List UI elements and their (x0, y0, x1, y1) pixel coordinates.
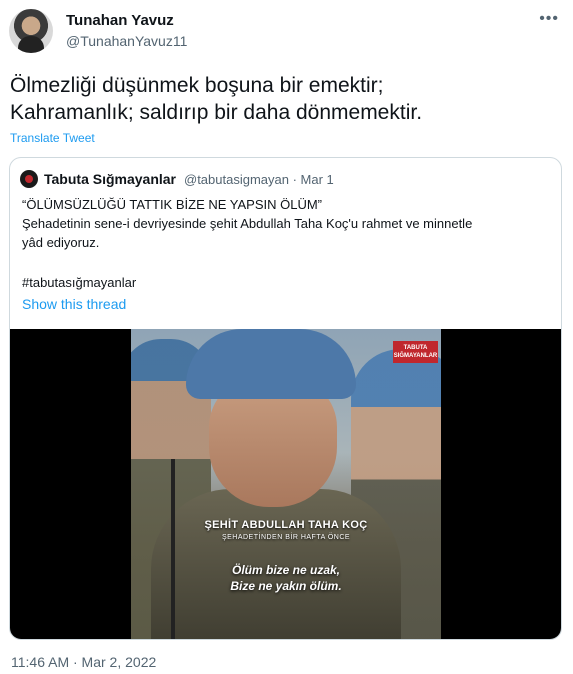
tweet-line: Ölmezliği düşünmek boşuna bir emektir; (10, 74, 384, 97)
video-frame: TABUTA SIĞMAYANLAR ŞEHİT ABDULLAH TAHA K… (131, 329, 441, 639)
quote-body-line: yâd ediyoruz. (22, 235, 100, 250)
tweet-line: Kahramanlık; saldırıp bir daha dönmemekt… (10, 101, 423, 124)
channel-logo: TABUTA SIĞMAYANLAR (393, 341, 438, 363)
quote-body-line: Şehadetinin sene-i devriyesinde şehit Ab… (22, 216, 473, 231)
quoted-tweet[interactable]: Tabuta Sığmayanlar @tabutasigmayan · Mar… (9, 157, 562, 640)
radio-antenna (171, 459, 175, 639)
quote-body-line: “ÖLÜMSÜZLÜĞÜ TATTIK BİZE NE YAPSIN ÖLÜM” (22, 197, 323, 212)
video-caption-sub: ŞEHADETİNDEN BİR HAFTA ÖNCE (221, 534, 351, 541)
quote-body: “ÖLÜMSÜZLÜĞÜ TATTIK BİZE NE YAPSIN ÖLÜM”… (22, 195, 542, 252)
quote-hashtag[interactable]: #tabutasığmayanlar (22, 275, 136, 290)
tweet-text: Ölmezliği düşünmek boşuna bir emektir; K… (10, 72, 550, 126)
video-subtitle: Ölüm bize ne uzak, Bize ne yakın ölüm. (131, 562, 441, 594)
subtitle-line: Bize ne yakın ölüm. (230, 579, 342, 593)
author-avatar[interactable] (9, 9, 53, 53)
quote-author-name[interactable]: Tabuta Sığmayanlar (44, 171, 176, 187)
translate-tweet-link[interactable]: Translate Tweet (10, 131, 95, 145)
video-caption-name: ŞEHİT ABDULLAH TAHA KOÇ (204, 519, 368, 531)
show-thread-link[interactable]: Show this thread (22, 296, 126, 312)
quote-author-meta: @tabutasigmayan · Mar 1 (184, 172, 334, 187)
more-icon[interactable]: ••• (539, 10, 559, 28)
author-handle[interactable]: @TunahanYavuz11 (66, 33, 187, 49)
subtitle-line: Ölüm bize ne uzak, (231, 563, 341, 577)
author-name[interactable]: Tunahan Yavuz (66, 12, 174, 29)
tweet-timestamp[interactable]: 11:46 AM · Mar 2, 2022 (11, 654, 156, 670)
soldier-main-beret (186, 329, 356, 399)
quote-avatar[interactable] (20, 170, 38, 188)
video-player[interactable]: TABUTA SIĞMAYANLAR ŞEHİT ABDULLAH TAHA K… (10, 329, 561, 639)
